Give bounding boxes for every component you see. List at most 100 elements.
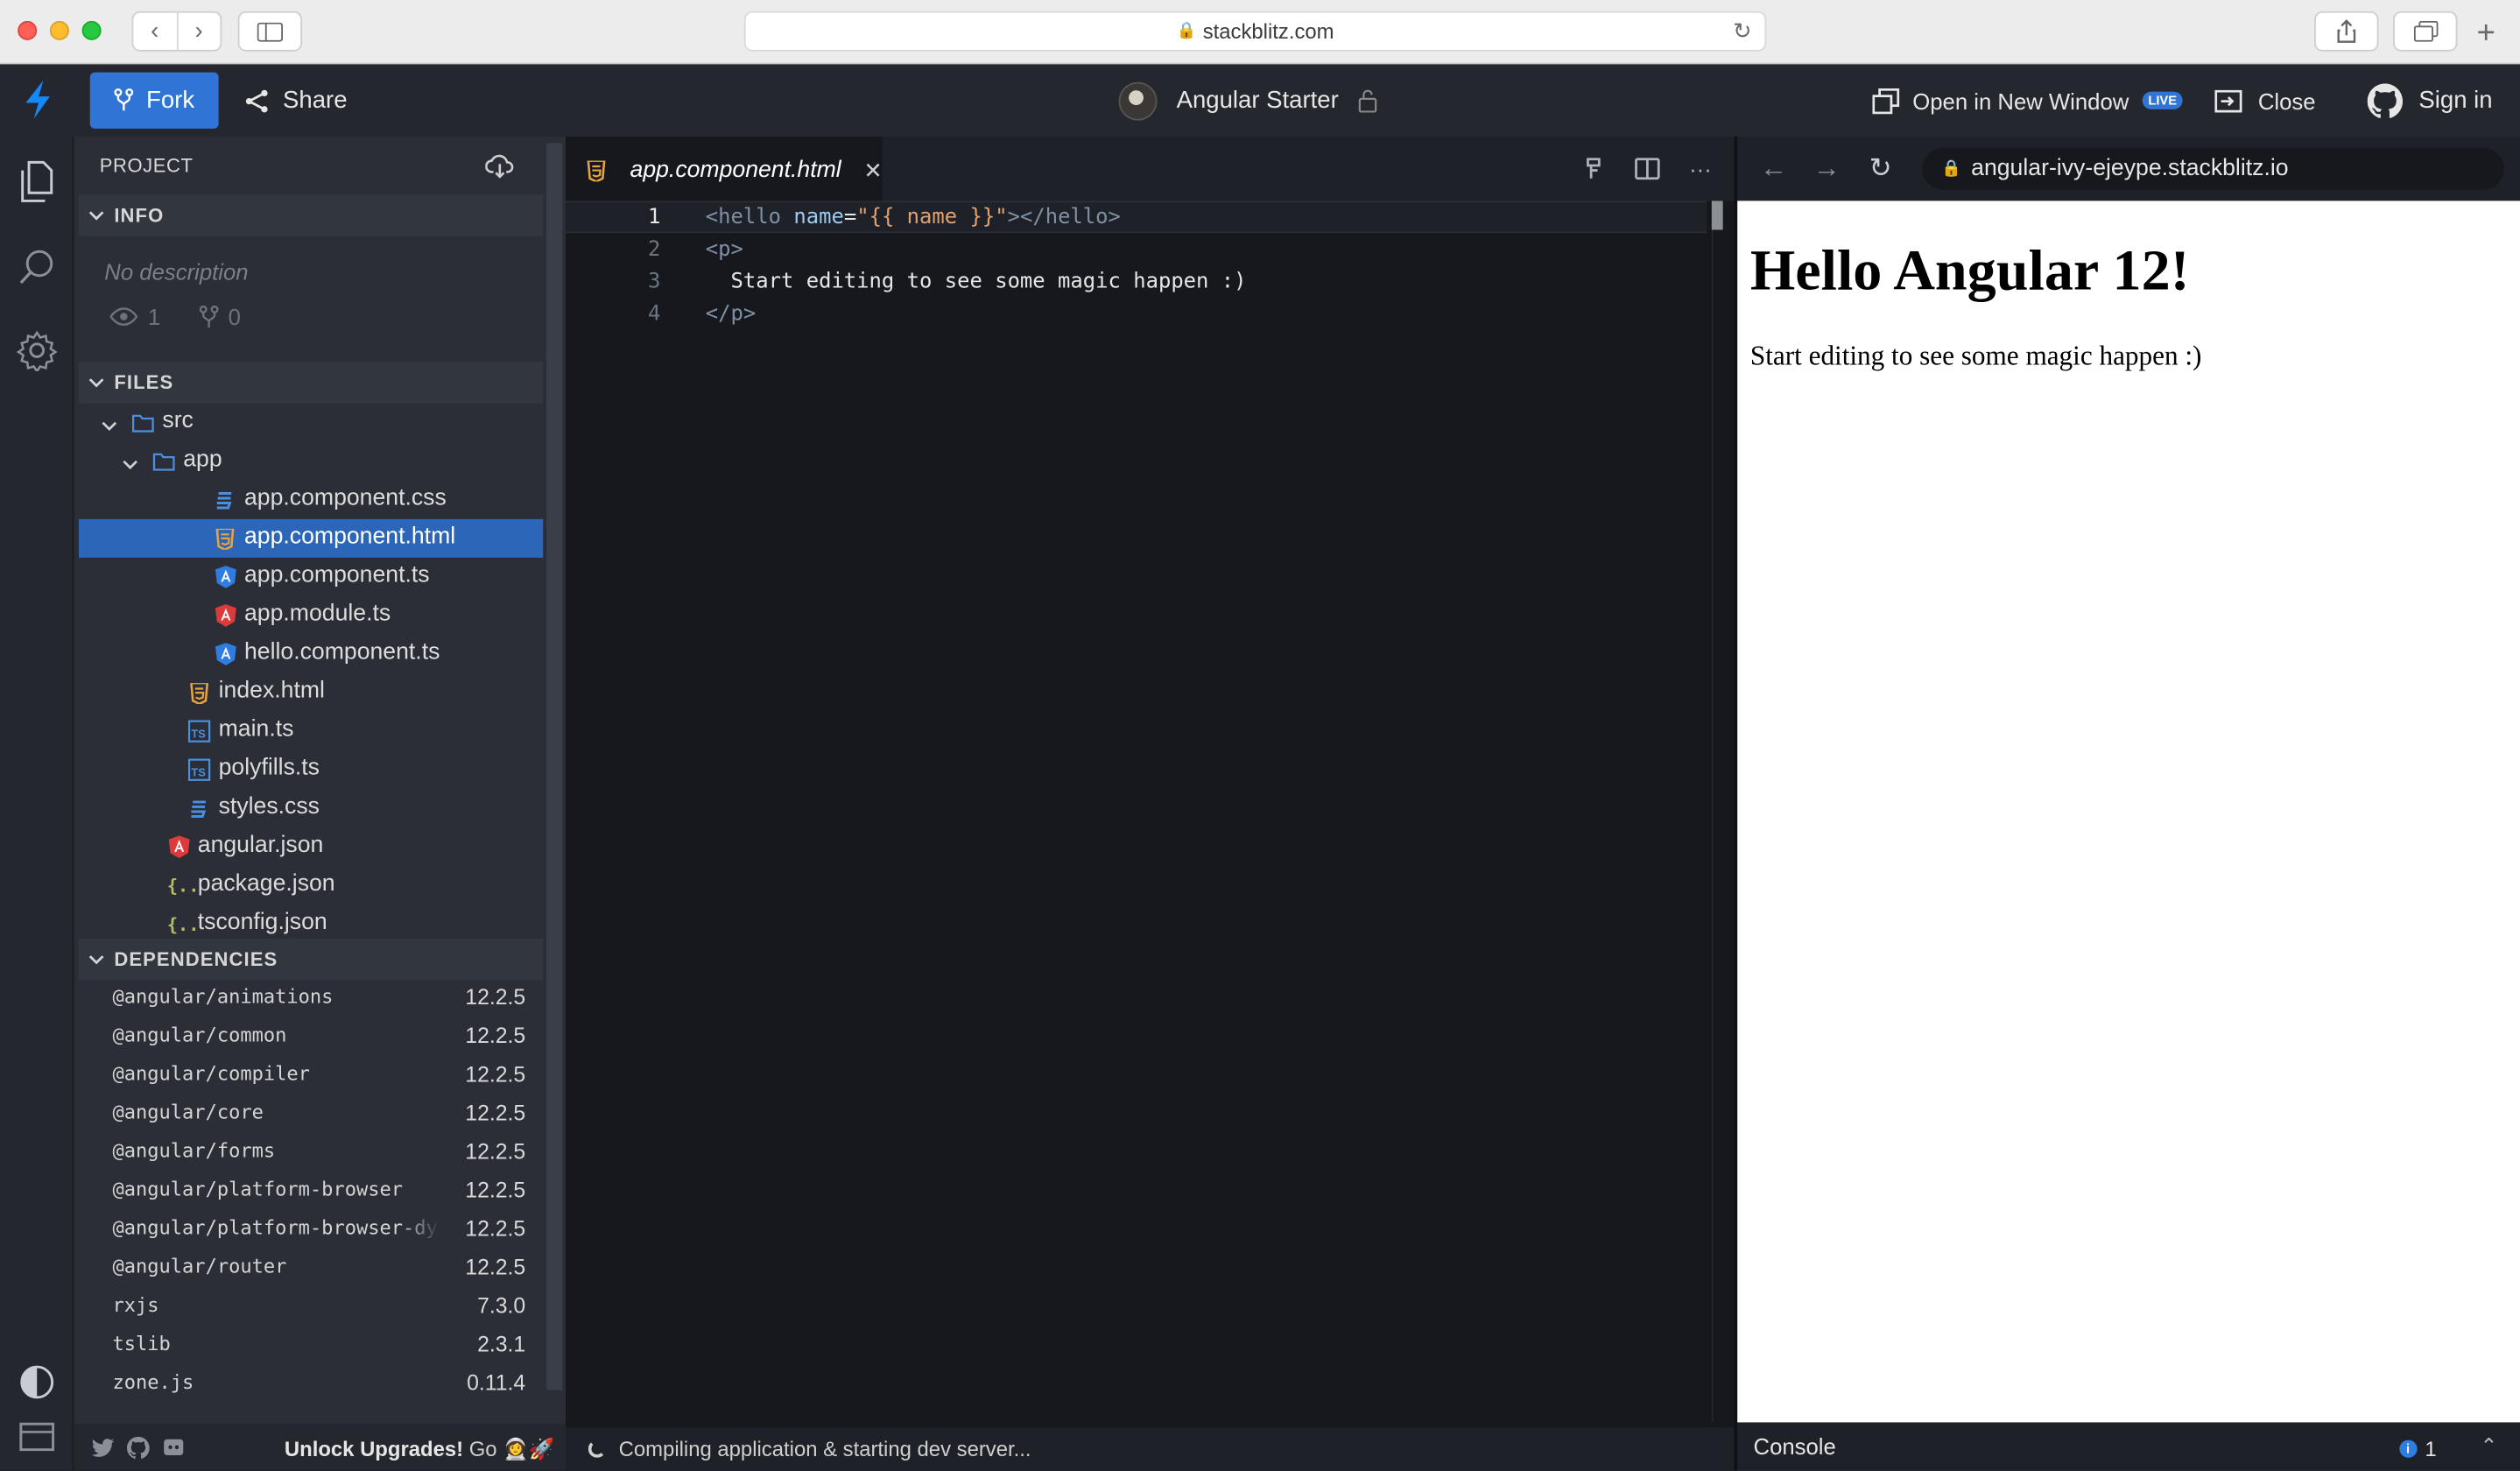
cloud-download-icon[interactable]: [485, 154, 514, 179]
files-section-header[interactable]: FILES: [78, 361, 544, 404]
address-bar[interactable]: 🔒 stackblitz.com ↻: [743, 11, 1767, 52]
new-tab-icon[interactable]: +: [2477, 18, 2495, 50]
theme-toggle-icon[interactable]: [16, 1362, 58, 1404]
chevron-down-icon[interactable]: [122, 454, 137, 470]
console-bar[interactable]: Console i 1 ⌃: [1734, 1422, 2520, 1471]
dependency-row[interactable]: rxjs 7.3.0: [79, 1285, 543, 1324]
file-row[interactable]: app.component.ts: [79, 558, 543, 596]
file-row[interactable]: {..}tsconfig.json: [79, 904, 543, 943]
dependency-row[interactable]: @angular/animations 12.2.5: [79, 977, 543, 1016]
project-sidebar: PROJECT INFO No description 1 0 FILES sr…: [74, 137, 567, 1471]
chevron-down-icon[interactable]: [102, 415, 117, 432]
folder-row[interactable]: src: [79, 404, 543, 442]
layout-panel-icon[interactable]: [16, 1416, 58, 1458]
file-row[interactable]: app.component.html: [78, 518, 544, 558]
back-arrow-icon[interactable]: ‹: [133, 13, 176, 50]
format-code-icon[interactable]: [1583, 158, 1606, 180]
css-file-icon: [188, 797, 211, 820]
dependency-version: 7.3.0: [477, 1292, 526, 1318]
window-close-button[interactable]: [18, 20, 38, 40]
dependency-name: @angular/platform-browser: [112, 1178, 404, 1201]
settings-gear-icon[interactable]: [16, 329, 58, 372]
close-preview-button[interactable]: Close: [2214, 73, 2316, 129]
window-minimize-button[interactable]: [49, 20, 69, 40]
file-label: package.json: [197, 870, 335, 897]
share-button[interactable]: Share: [244, 73, 348, 129]
pane-divider[interactable]: [1734, 137, 1738, 1471]
file-label: hello.component.ts: [243, 639, 440, 665]
open-new-window-button[interactable]: Open in New Window LIVE: [1872, 73, 2184, 129]
file-label: app: [183, 447, 222, 473]
sidebar-toggle-icon[interactable]: [237, 11, 303, 52]
line-number: 2: [648, 236, 661, 262]
file-row[interactable]: {..}package.json: [79, 866, 543, 904]
dependencies-section-header[interactable]: DEPENDENCIES: [78, 938, 544, 981]
dependency-name: @angular/forms: [112, 1139, 276, 1163]
github-small-icon[interactable]: [127, 1436, 150, 1460]
file-label: angular.json: [197, 832, 324, 859]
chevron-up-icon[interactable]: ⌃: [2480, 1433, 2497, 1459]
project-description: No description: [104, 258, 249, 285]
preview-forward-icon[interactable]: →: [1813, 152, 1840, 185]
folder-row[interactable]: app: [79, 442, 543, 481]
window-zoom-button[interactable]: [81, 20, 102, 40]
sidebar-scroll-thumb[interactable]: [546, 143, 563, 1390]
file-row[interactable]: app.component.css: [79, 481, 543, 519]
file-row[interactable]: angular.json: [79, 827, 543, 866]
dependency-row[interactable]: @angular/core 12.2.5: [79, 1093, 543, 1131]
angular-config-icon: [167, 835, 190, 859]
tab-app-component-html[interactable]: app.component.html ✕: [566, 137, 883, 201]
file-row[interactable]: hello.component.ts: [79, 635, 543, 673]
dependency-row[interactable]: @angular/router 12.2.5: [79, 1247, 543, 1285]
fork-button[interactable]: Fork: [89, 72, 219, 129]
dependency-row[interactable]: zone.js 0.11.4: [79, 1363, 543, 1402]
reload-icon[interactable]: ↻: [1733, 18, 1752, 45]
search-icon[interactable]: [16, 246, 58, 288]
dependency-row[interactable]: @angular/forms 12.2.5: [79, 1131, 543, 1170]
dependency-row[interactable]: @angular/compiler 12.2.5: [79, 1054, 543, 1093]
editor-scrollbar[interactable]: [1711, 229, 1714, 1423]
json-file-icon: {..}: [167, 875, 196, 897]
stackblitz-logo-icon[interactable]: [19, 80, 54, 119]
html-file-icon: [585, 159, 608, 182]
typescript-file-icon: TS: [187, 758, 211, 781]
split-editor-icon[interactable]: [1635, 158, 1660, 180]
discord-icon[interactable]: [162, 1437, 185, 1460]
dependency-name: tslib: [112, 1332, 171, 1355]
forward-arrow-icon[interactable]: ›: [175, 12, 220, 50]
console-count-badge[interactable]: i 1: [2398, 1437, 2437, 1460]
file-row[interactable]: TS polyfills.ts: [79, 750, 543, 789]
unlock-upgrades-link[interactable]: Unlock Upgrades! Go 👩‍🚀🚀: [285, 1437, 555, 1462]
file-row[interactable]: TS main.ts: [79, 712, 543, 750]
dependency-row[interactable]: @angular/common 12.2.5: [79, 1016, 543, 1054]
dependency-version: 12.2.5: [465, 1100, 526, 1124]
avatar[interactable]: [1118, 81, 1158, 120]
dependency-row[interactable]: tslib 2.3.1: [79, 1324, 543, 1362]
file-row[interactable]: index.html: [79, 673, 543, 712]
eye-icon: [109, 307, 138, 326]
sign-in-button[interactable]: Sign in: [2367, 73, 2493, 129]
more-options-icon[interactable]: ···: [1689, 156, 1712, 181]
preview-reload-icon[interactable]: ↻: [1869, 152, 1892, 185]
browser-share-icon[interactable]: [2314, 11, 2379, 52]
tab-overview-icon[interactable]: [2393, 11, 2458, 52]
file-row[interactable]: styles.css: [79, 789, 543, 827]
dependency-row[interactable]: @angular/platform-browser 12.2.5: [79, 1170, 543, 1208]
twitter-icon[interactable]: [91, 1439, 115, 1458]
code-area[interactable]: 1 <hello name="{{ name }}"></hello> 2 <p…: [566, 201, 1734, 1422]
svg-text:TS: TS: [191, 766, 206, 779]
info-section-header[interactable]: INFO: [78, 194, 544, 236]
dependency-row[interactable]: @angular/platform-browser-dynamic 12.2.5: [79, 1208, 543, 1247]
preview-back-icon[interactable]: ←: [1760, 152, 1787, 185]
lock-icon: 🔒: [1941, 159, 1962, 178]
preview-url-field[interactable]: 🔒 angular-ivy-ejeype.stackblitz.io: [1922, 147, 2504, 190]
editor-scroll-thumb[interactable]: [1711, 201, 1723, 230]
dependencies-title: DEPENDENCIES: [114, 947, 278, 971]
files-explorer-icon[interactable]: [16, 160, 58, 203]
dependency-version: 12.2.5: [465, 984, 526, 1009]
activity-bar: [0, 137, 74, 1471]
lock-icon: 🔒: [1176, 22, 1197, 40]
sidebar-footer: Unlock Upgrades! Go 👩‍🚀🚀: [74, 1424, 567, 1471]
close-icon[interactable]: ✕: [863, 157, 883, 184]
file-row[interactable]: app.module.ts: [79, 596, 543, 635]
